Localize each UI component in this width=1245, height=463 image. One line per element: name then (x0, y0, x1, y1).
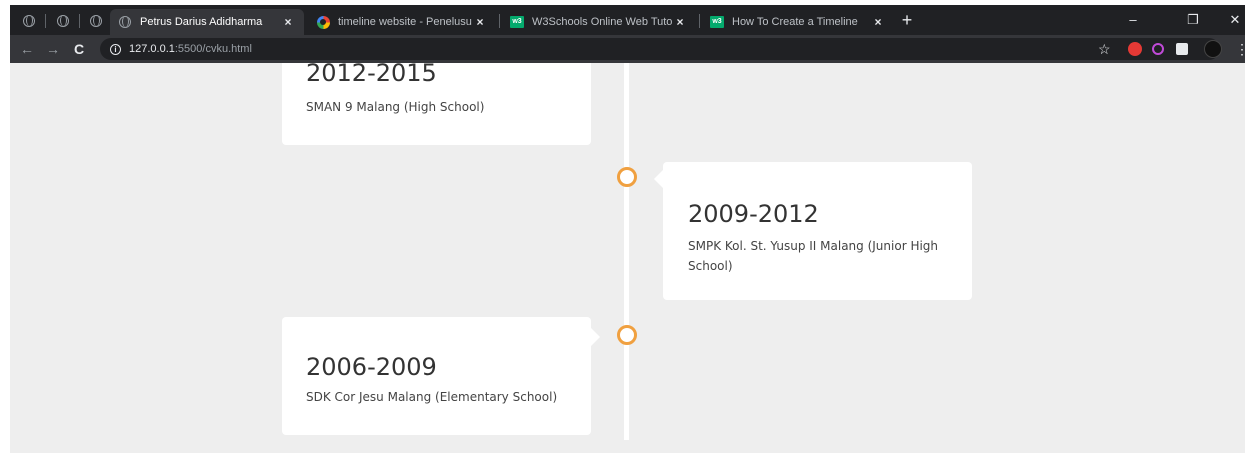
w3schools-icon: w3 (510, 15, 524, 29)
timeline-year: 2012-2015 (306, 63, 437, 87)
globe-icon (57, 15, 69, 27)
timeline-arrow (591, 328, 600, 346)
tab-title: W3Schools Online Web Tutorials (532, 16, 672, 28)
address-bar[interactable]: i 127.0.0.1:5500/cvku.html (100, 38, 1220, 60)
forward-button[interactable]: → (42, 39, 64, 59)
reload-button[interactable]: C (68, 39, 90, 59)
url-path: :5500/cvku.html (174, 43, 252, 55)
page-content: 2012-2015 SMAN 9 Malang (High School) 20… (10, 63, 1245, 453)
timeline-dot (617, 325, 637, 345)
bookmark-star-icon[interactable]: ☆ (1098, 39, 1111, 59)
globe-icon (90, 15, 102, 27)
browser-toolbar: ← → C i 127.0.0.1:5500/cvku.html ☆ ⋮ (10, 35, 1245, 63)
avatar[interactable] (1204, 40, 1222, 58)
tab-how-to-timeline[interactable]: w3 How To Create a Timeline × (702, 9, 894, 35)
timeline-card: 2012-2015 SMAN 9 Malang (High School) (282, 63, 591, 145)
globe-icon (118, 15, 132, 29)
close-icon[interactable]: × (280, 15, 296, 29)
tab-title: timeline website - Penelusuran Google (338, 16, 472, 28)
timeline-year: 2009-2012 (688, 200, 819, 228)
extension-broadcast-icon[interactable] (1152, 43, 1164, 55)
puzzle-icon[interactable] (1176, 43, 1188, 55)
extension-red-icon[interactable] (1128, 42, 1142, 56)
info-icon[interactable]: i (110, 43, 121, 55)
tab-google-search[interactable]: timeline website - Penelusuran Google × (308, 9, 496, 35)
timeline-year: 2006-2009 (306, 353, 437, 381)
close-icon[interactable]: × (472, 15, 488, 29)
new-tab-button[interactable]: + (897, 11, 917, 31)
tab-separator (699, 14, 700, 28)
w3schools-icon: w3 (710, 15, 724, 29)
timeline-dot (617, 167, 637, 187)
tab-petrus-darius[interactable]: Petrus Darius Adidharma × (110, 9, 304, 35)
globe-icon (23, 15, 35, 27)
google-icon (316, 15, 330, 29)
close-icon[interactable]: × (870, 15, 886, 29)
timeline-description: SDK Cor Jesu Malang (Elementary School) (306, 390, 558, 404)
tab-w3schools[interactable]: w3 W3Schools Online Web Tutorials × (502, 9, 696, 35)
pinned-tab-1[interactable] (18, 11, 40, 31)
tab-separator (79, 14, 80, 28)
timeline-arrow (654, 170, 663, 188)
pinned-tab-2[interactable] (52, 11, 74, 31)
tab-title: Petrus Darius Adidharma (140, 16, 263, 28)
tab-separator (45, 14, 46, 28)
pinned-tab-3[interactable] (85, 11, 107, 31)
timeline-description: SMPK Kol. St. Yusup II Malang (Junior Hi… (688, 239, 939, 273)
url-host: 127.0.0.1 (129, 43, 175, 55)
timeline-card: 2009-2012 SMPK Kol. St. Yusup II Malang … (663, 162, 972, 300)
minimize-button[interactable]: – (1118, 9, 1148, 31)
tab-title: How To Create a Timeline (732, 16, 858, 28)
timeline-description: SMAN 9 Malang (High School) (306, 100, 485, 114)
back-button[interactable]: ← (16, 39, 38, 59)
close-icon[interactable]: × (672, 15, 688, 29)
tab-strip: Petrus Darius Adidharma × timeline websi… (10, 5, 1245, 35)
tab-separator (499, 14, 500, 28)
timeline-card: 2006-2009 SDK Cor Jesu Malang (Elementar… (282, 317, 591, 435)
menu-icon[interactable]: ⋮ (1235, 40, 1245, 58)
timeline-line (624, 63, 629, 440)
close-window-button[interactable]: ✕ (1220, 9, 1245, 31)
maximize-button[interactable]: ❐ (1178, 9, 1208, 31)
browser-window: Petrus Darius Adidharma × timeline websi… (10, 5, 1245, 453)
